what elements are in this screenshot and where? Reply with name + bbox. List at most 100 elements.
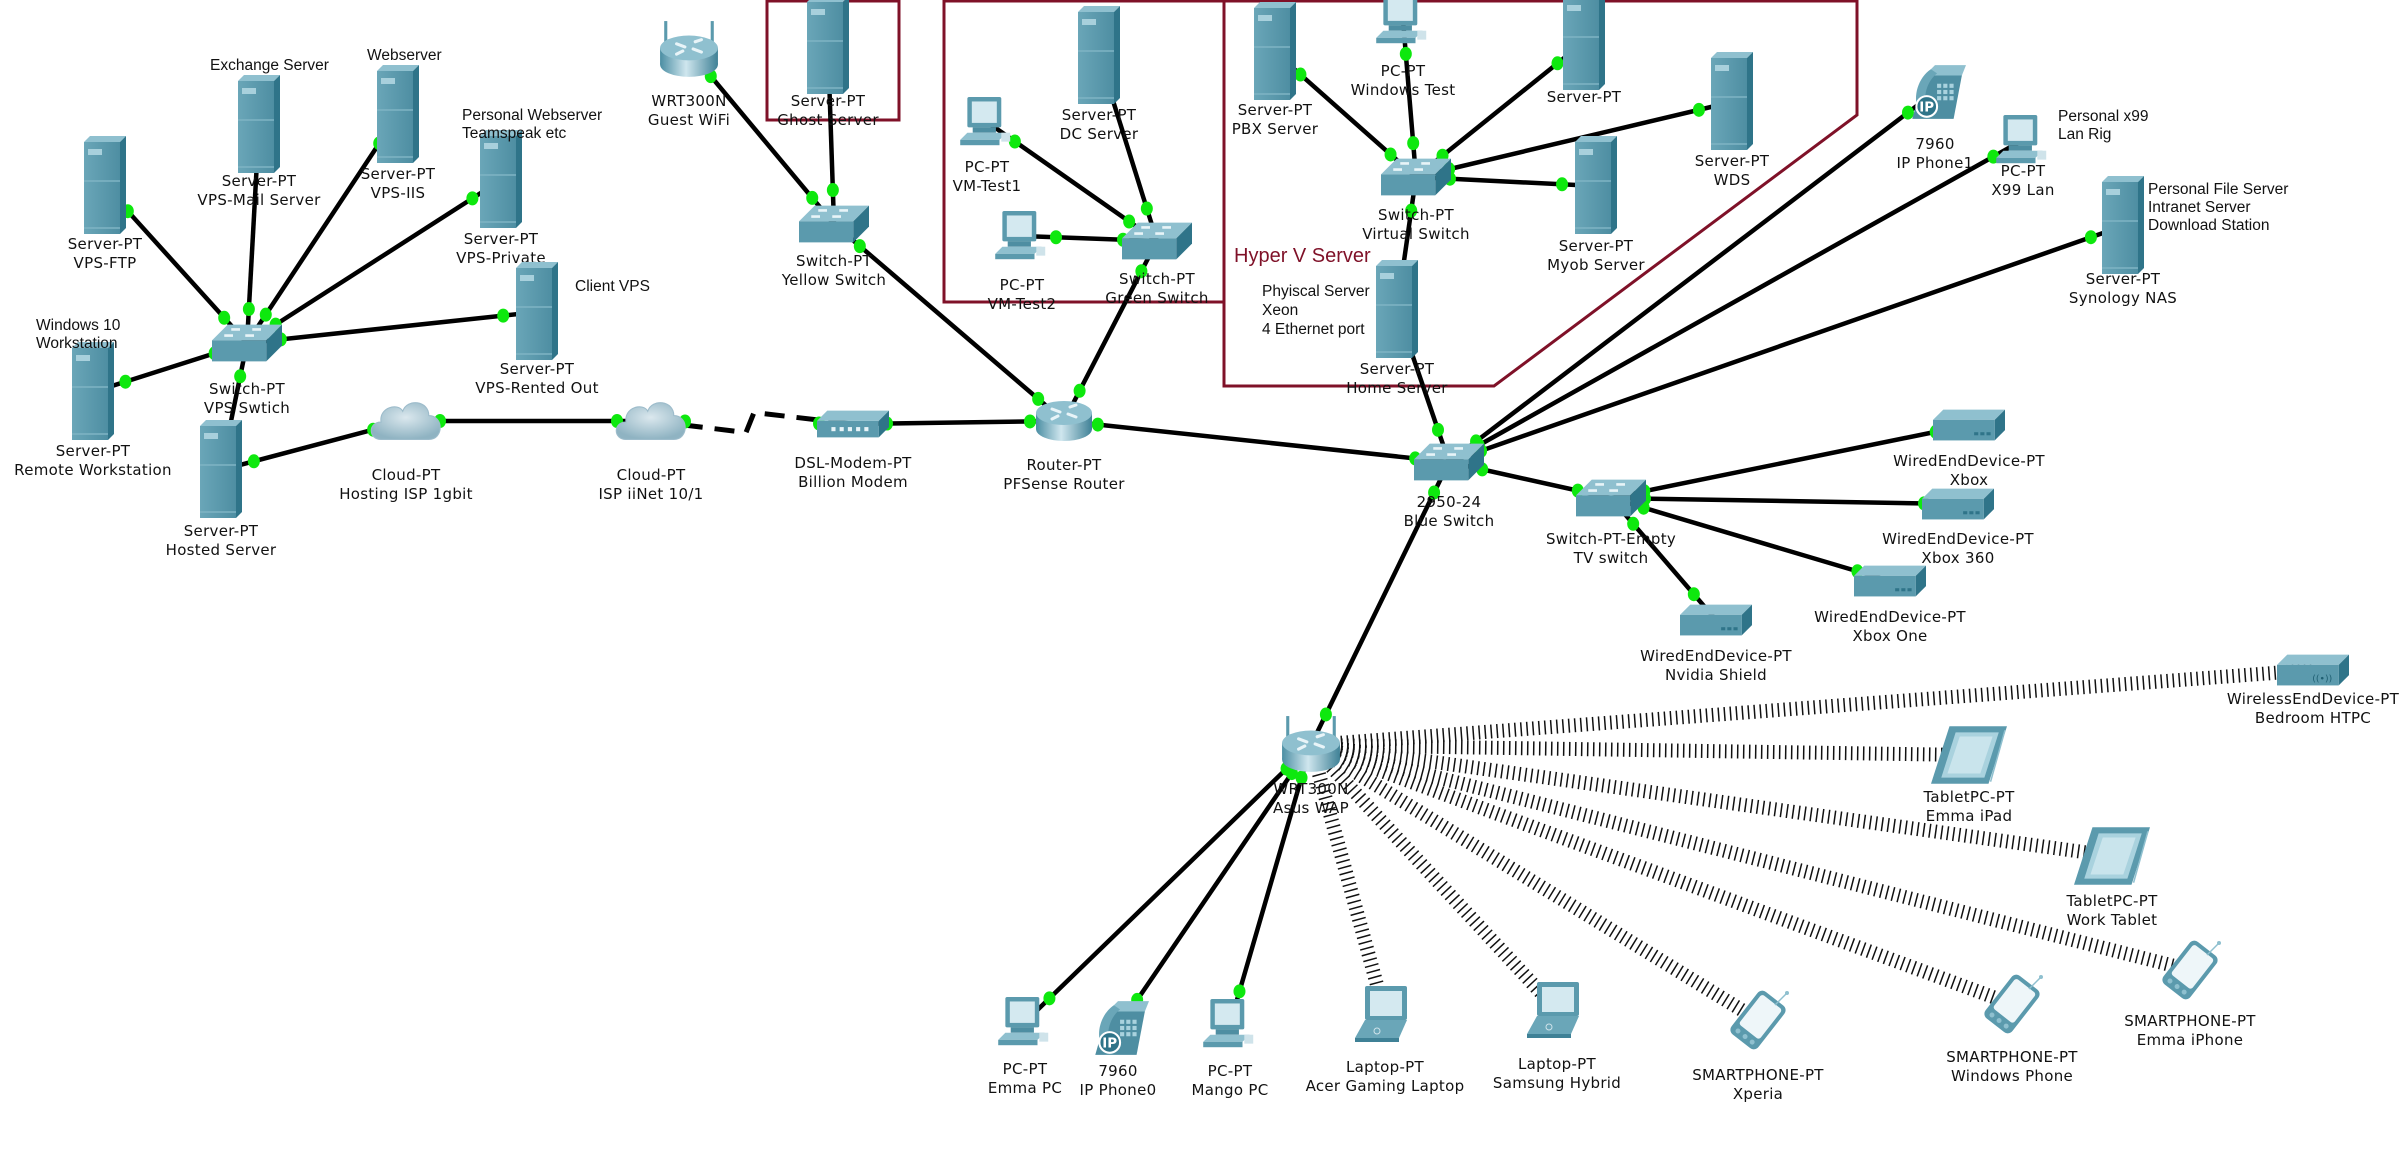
port-status-light [1431, 422, 1444, 437]
device-wds[interactable]: Server-PTWDS [1695, 52, 1770, 189]
server-icon [1253, 2, 1297, 101]
device-model-label: Server-PT [1559, 237, 1634, 255]
svg-text:Lan Rig: Lan Rig [2058, 126, 2111, 143]
device-mango-pc[interactable]: PC-PTMango PC [1191, 999, 1268, 1099]
device-model-label: Server-PT [68, 235, 143, 253]
server-icon [237, 75, 281, 174]
link-ethernet-ip-phone1-blue-switch[interactable] [1447, 90, 1937, 464]
server-icon [2101, 176, 2145, 275]
port-status-light [1384, 147, 1397, 162]
device-bedroom-htpc[interactable]: WirelessEndDevice-PTBedroom HTPC [2227, 654, 2400, 727]
device-model-label: TabletPC-PT [2065, 892, 2158, 910]
device-vps-iis[interactable]: Server-PTVPS-IIS [361, 65, 436, 202]
device-model-label: PC-PT [1003, 1060, 1048, 1078]
wrouter-icon [658, 21, 720, 79]
port-status-light [1123, 214, 1136, 229]
device-xperia[interactable]: SMARTPHONE-PTXperia [1692, 987, 1824, 1103]
port-status-light [218, 310, 231, 325]
device-acer-laptop[interactable]: Laptop-PTAcer Gaming Laptop [1306, 986, 1465, 1095]
link-ethernet-tv-switch-xbox360[interactable] [1610, 495, 1959, 507]
device-name-label: Hosting ISP 1gbit [339, 485, 473, 503]
device-myob-server[interactable]: Server-PTMyob Server [1547, 136, 1645, 274]
device-xbox360[interactable]: WiredEndDevice-PTXbox 360 [1882, 488, 2034, 567]
device-blue-switch[interactable]: 2950-24Blue Switch [1404, 443, 1495, 530]
device-model-label: PC-PT [2001, 162, 2046, 180]
server-icon [1710, 52, 1754, 151]
link-ethernet-asus-wap-emma-pc[interactable] [1023, 743, 1313, 1024]
link-wireless-asus-wap-bedroom-htpc[interactable] [1310, 663, 2314, 752]
device-name-label: Windows Test [1351, 81, 1456, 99]
device-name-label: Synology NAS [2069, 289, 2177, 307]
device-name-label: Emma iPhone [2137, 1031, 2244, 1049]
device-name-label: Work Tablet [2067, 911, 2158, 929]
device-model-label: SMARTPHONE-PT [1692, 1066, 1824, 1084]
link-wireless-asus-wap-xperia[interactable] [1307, 739, 1762, 1026]
server-icon [1375, 260, 1419, 359]
device-pbx-server[interactable]: Server-PTPBX Server [1232, 2, 1319, 138]
device-name-label: Billion Modem [798, 473, 908, 491]
device-name-label: Ghost Server [777, 111, 879, 129]
device-name-label: IP Phone0 [1080, 1081, 1157, 1099]
device-vm-test2[interactable]: PC-PTVM-Test2 [988, 211, 1057, 313]
port-status-light [247, 454, 260, 469]
port-status-light [1399, 46, 1412, 61]
smartphone-icon [2159, 937, 2222, 1003]
device-ghost-server[interactable]: Server-PTGhost Server [777, 0, 879, 129]
link-ethernet-pfsense-blue-switch[interactable] [1063, 418, 1450, 465]
device-emma-pc[interactable]: PC-PTEmma PC [988, 997, 1062, 1097]
device-vps-switch[interactable]: Switch-PTVPS Swtich [204, 324, 290, 417]
device-pfsense[interactable]: Router-PTPFSense Router [1003, 399, 1125, 493]
note-win10: Windows 10 Workstation [36, 317, 121, 352]
device-xbox[interactable]: WiredEndDevice-PTXbox [1893, 409, 2045, 489]
device-model-label: Server-PT [1062, 106, 1137, 124]
device-windows-phone[interactable]: SMARTPHONE-PTWindows Phone [1946, 971, 2078, 1085]
server-icon [515, 262, 559, 361]
phone-icon [1911, 65, 1966, 119]
port-status-light [826, 183, 839, 198]
device-name-label: Yellow Switch [781, 271, 886, 289]
link-wireless-asus-wap-emma-ipad[interactable] [1310, 738, 1970, 762]
device-vps-ftp[interactable]: Server-PTVPS-FTP [68, 136, 143, 272]
device-emma-ipad[interactable]: TabletPC-PTEmma iPad [1922, 726, 2015, 825]
device-nvidia-shield[interactable]: WiredEndDevice-PTNvidia Shield [1640, 604, 1792, 684]
devices-layer: Server-PTVPS-FTP Server-PTVPS-Mail Server… [14, 0, 2399, 1103]
device-vps-mail[interactable]: Server-PTVPS-Mail Server [197, 75, 321, 209]
device-name-label: Virtual Switch [1362, 225, 1470, 243]
topology-canvas[interactable]: ((•)) IP Hyper V Server [0, 0, 2406, 1154]
device-guest-wifi[interactable]: WRT300NGuest WiFi [648, 21, 730, 129]
device-name-label: Acer Gaming Laptop [1306, 1077, 1465, 1095]
device-cloud-hosting[interactable]: Cloud-PTHosting ISP 1gbit [339, 402, 473, 503]
device-ip-phone0[interactable]: 7960IP Phone0 [1080, 1001, 1157, 1099]
device-dc-server[interactable]: Server-PTDC Server [1060, 6, 1139, 143]
svg-text:Xeon: Xeon [1262, 302, 1298, 319]
svg-text:Download Station: Download Station [2148, 217, 2270, 234]
device-server-top[interactable]: Server-PT [1547, 0, 1622, 106]
device-work-tablet[interactable]: TabletPC-PTWork Tablet [2065, 827, 2158, 929]
server-icon [479, 130, 523, 229]
device-x99-lan[interactable]: PC-PTX99 Lan [1991, 115, 2054, 199]
device-samsung-hybrid[interactable]: Laptop-PTSamsung Hybrid [1493, 982, 1621, 1092]
device-model-label: WiredEndDevice-PT [1882, 530, 2034, 548]
modem-icon [817, 410, 889, 438]
device-hosted-server[interactable]: Server-PTHosted Server [166, 420, 277, 559]
svg-text:Webserver: Webserver [367, 47, 442, 64]
link-wireless-asus-wap-windows-phone[interactable] [1308, 738, 2015, 1011]
server-icon [376, 65, 420, 164]
port-status-light [1556, 177, 1569, 192]
device-name-label: Xperia [1733, 1085, 1783, 1103]
note-personal-web: Personal Webserver Teamspeak etc [462, 107, 602, 142]
device-remote-ws[interactable]: Server-PTRemote Workstation [14, 342, 172, 479]
device-xbox-one[interactable]: WiredEndDevice-PTXbox One [1814, 565, 1966, 645]
smartphone-icon [1981, 971, 2044, 1037]
port-status-light [806, 190, 819, 205]
switch-icon [212, 324, 282, 362]
device-model-label: SMARTPHONE-PT [2124, 1012, 2256, 1030]
device-yellow-switch[interactable]: Switch-PTYellow Switch [781, 205, 886, 289]
laptop-icon [1527, 982, 1580, 1038]
link-wireless-asus-wap-emma-iphone[interactable] [1309, 738, 2192, 977]
port-status-light [1692, 102, 1705, 117]
switch-icon [799, 205, 869, 243]
device-name-label: Myob Server [1547, 256, 1645, 274]
device-name-label: Remote Workstation [14, 461, 172, 479]
port-status-light [1032, 391, 1045, 406]
